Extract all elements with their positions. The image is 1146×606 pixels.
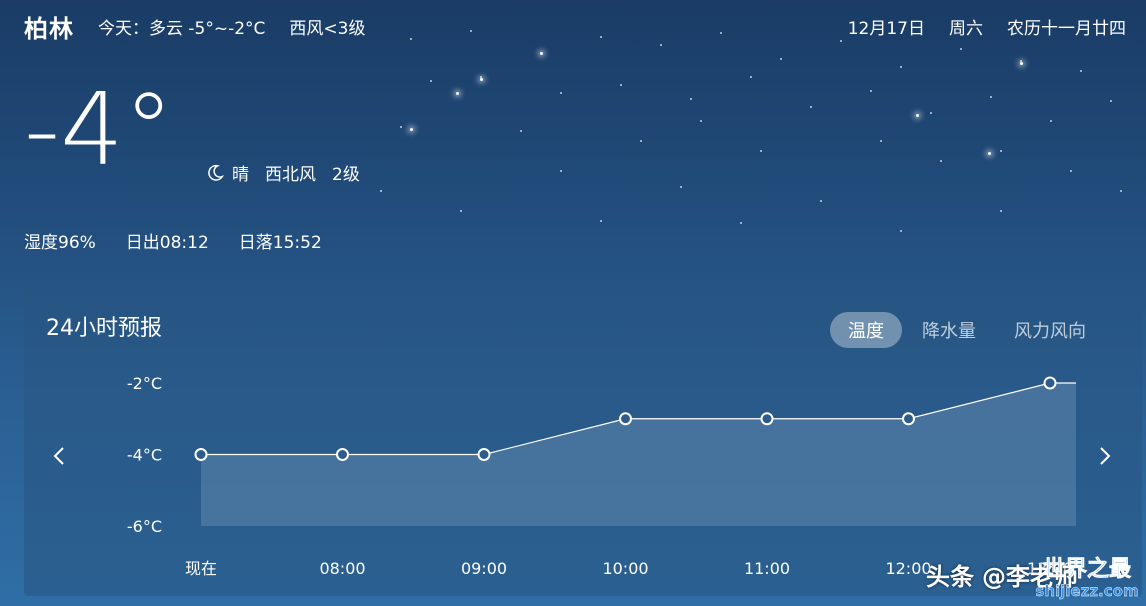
star <box>540 52 543 55</box>
star <box>988 152 991 155</box>
chart-point[interactable] <box>760 412 774 426</box>
y-tick-label: -6°C <box>127 517 162 536</box>
star <box>400 126 402 128</box>
star <box>700 120 702 122</box>
star <box>900 230 902 232</box>
star <box>900 66 902 68</box>
star <box>760 150 762 152</box>
star <box>1000 210 1002 212</box>
star <box>780 58 782 60</box>
chart-point[interactable] <box>619 412 632 426</box>
star <box>1120 190 1122 192</box>
star <box>660 44 662 46</box>
star <box>810 106 812 108</box>
x-tick-label: 09:00 <box>461 559 507 578</box>
moon-icon <box>208 164 224 181</box>
star <box>1050 120 1052 122</box>
y-tick-label: -4°C <box>127 446 162 465</box>
watermark-part1: 头条 <box>926 563 974 591</box>
today-forecast-text: 今天：多云 -5°~-2°C <box>98 18 266 39</box>
humidity: 湿度96% <box>24 233 96 253</box>
x-tick-label: 12:00 <box>885 559 931 578</box>
date-area: 12月17日 周六 农历十一月廿四 <box>824 14 1126 39</box>
star <box>430 80 432 82</box>
chart-point[interactable] <box>902 412 915 426</box>
star <box>600 220 602 222</box>
condition-text: 晴 <box>232 165 249 185</box>
forecast-tabs: 温度 降水量 风力风向 <box>828 312 1104 348</box>
star <box>990 96 992 98</box>
x-tick-label: 08:00 <box>319 559 365 578</box>
chart-point[interactable] <box>477 448 491 461</box>
star <box>1070 170 1072 172</box>
weekday: 周六 <box>949 18 983 39</box>
chevron-left-icon[interactable] <box>48 444 72 468</box>
star <box>480 78 483 81</box>
current-temperature: -4° <box>24 71 174 188</box>
star <box>1080 70 1082 72</box>
top-bar: 柏林 今天：多云 -5°~-2°C 西风<3级 12月17日 周六 农历十一月廿… <box>24 9 1126 44</box>
metrics-row: 湿度96% 日出08:12 日落15:52 <box>24 228 352 253</box>
chart-point[interactable] <box>194 448 208 461</box>
star <box>740 222 742 224</box>
today-wind: 西风<3级 <box>289 18 366 39</box>
lunar-date: 农历十一月廿四 <box>1007 18 1126 39</box>
today-forecast: 今天：多云 -5°~-2°C 西风<3级 <box>98 14 365 39</box>
star <box>460 210 462 212</box>
chevron-right-icon[interactable] <box>1092 444 1116 468</box>
sunset: 日落15:52 <box>238 233 322 253</box>
star <box>1020 62 1023 65</box>
star <box>870 90 872 92</box>
star <box>520 130 522 132</box>
star <box>930 112 932 114</box>
star <box>380 190 382 192</box>
chart-point[interactable] <box>1043 376 1057 390</box>
star <box>940 160 942 162</box>
wind-direction: 西北风 <box>265 165 316 185</box>
star <box>680 186 682 188</box>
x-tick-label: 10:00 <box>602 559 648 578</box>
star <box>820 200 822 202</box>
forecast-panel: -2°C -4°C -6°C 现在 08:00 09:00 10:00 11:00 12:00 1… <box>24 284 1142 596</box>
star <box>560 92 562 94</box>
star <box>640 140 642 142</box>
star <box>410 128 413 131</box>
current-conditions: 晴 西北风 2级 <box>206 160 360 185</box>
star <box>880 140 882 142</box>
tab-temperature[interactable]: 温度 <box>830 312 902 348</box>
logo-url: shijiezz.com <box>1035 582 1138 600</box>
star <box>960 48 962 50</box>
logo-title: 世界之最 <box>1043 556 1132 582</box>
weather-page: 柏林 今天：多云 -5°~-2°C 西风<3级 12月17日 周六 农历十一月廿… <box>0 0 1146 606</box>
star <box>540 52 542 54</box>
star <box>1000 150 1002 152</box>
star <box>1110 100 1112 102</box>
chart-point[interactable] <box>336 448 349 461</box>
star <box>750 76 752 78</box>
city-name[interactable]: 柏林 <box>24 9 74 44</box>
wind-level: 2级 <box>332 165 360 185</box>
tab-wind[interactable]: 风力风向 <box>996 312 1104 348</box>
tab-precipitation[interactable]: 降水量 <box>904 312 994 348</box>
star <box>456 92 459 95</box>
panel-title: 24小时预报 <box>46 316 162 341</box>
x-tick-label: 11:00 <box>744 559 790 578</box>
star <box>480 76 482 78</box>
site-logo-watermark: 世界之最 shijiezz.com <box>1035 556 1139 601</box>
star <box>560 170 562 172</box>
watermark-part2: @李 <box>982 563 1030 591</box>
sunrise: 日出08:12 <box>125 233 209 253</box>
star <box>916 114 919 117</box>
date: 12月17日 <box>847 18 925 39</box>
star <box>1020 60 1022 62</box>
star <box>620 84 622 86</box>
x-tick-label: 现在 <box>185 559 217 578</box>
star <box>690 98 692 100</box>
y-tick-label: -2°C <box>127 374 162 393</box>
